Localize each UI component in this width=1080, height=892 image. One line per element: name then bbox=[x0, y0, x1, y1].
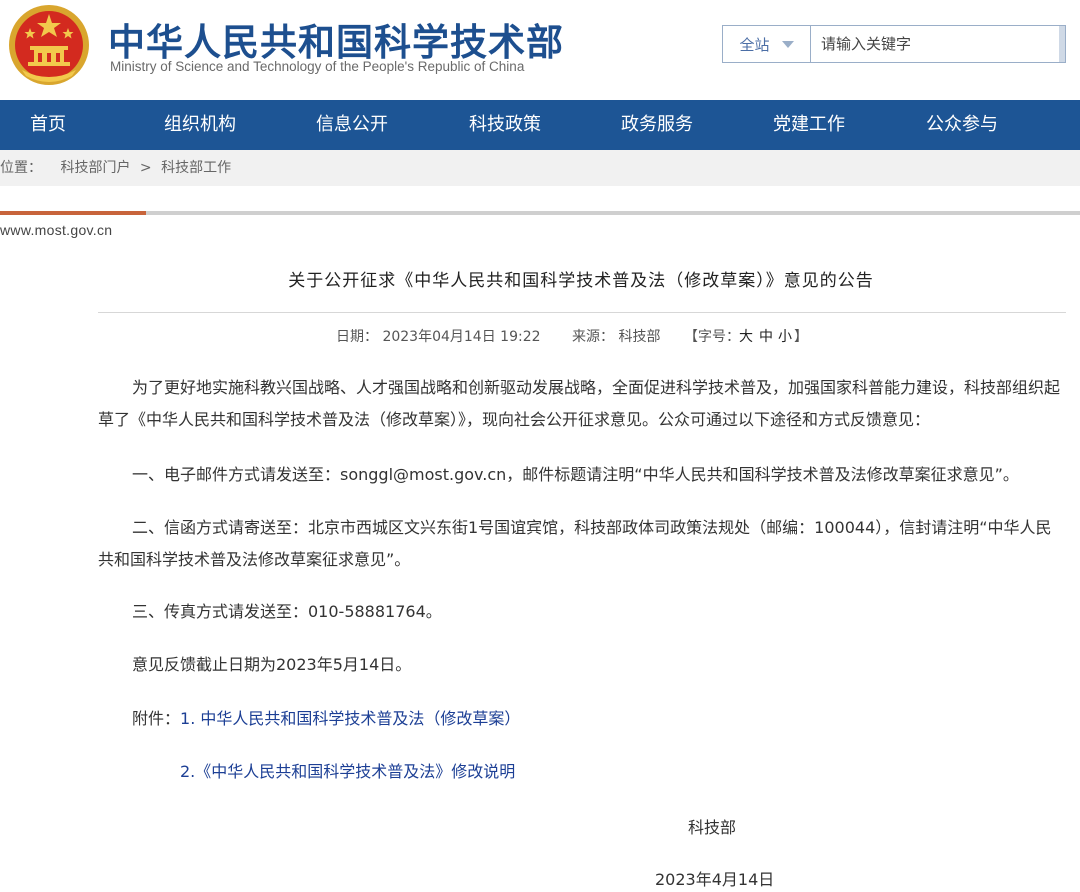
attachment-link-1[interactable]: 1. 中华人民共和国科学技术普及法（修改草案） bbox=[180, 709, 520, 728]
nav-item-home[interactable]: 首页 bbox=[30, 100, 66, 150]
font-size-label: 【字号： bbox=[684, 329, 740, 345]
font-size-end: 】 bbox=[794, 329, 808, 345]
breadcrumb: 位置： 科技部门户 > 科技部工作 bbox=[0, 150, 1080, 186]
national-emblem-icon bbox=[9, 5, 89, 85]
article-title: 关于公开征求《中华人民共和国科学技术普及法（修改草案）》意见的公告 bbox=[288, 271, 874, 291]
breadcrumb-item-work[interactable]: 科技部工作 bbox=[161, 150, 231, 186]
section-divider bbox=[0, 211, 1080, 215]
attachment-link-2[interactable]: 2.《中华人民共和国科学技术普及法》修改说明 bbox=[180, 762, 515, 781]
intro-paragraph: 为了更好地实施科教兴国战略、人才强国战略和创新驱动发展战略，全面促进科学技术普及… bbox=[98, 378, 1061, 429]
font-size-medium-button[interactable]: 中 bbox=[759, 326, 773, 346]
site-subtitle: Ministry of Science and Technology of th… bbox=[110, 59, 525, 74]
font-size-large-button[interactable]: 大 bbox=[739, 326, 753, 346]
deadline-paragraph: 意见反馈截止日期为2023年5月14日。 bbox=[132, 655, 412, 674]
mail-paragraph: 二、信函方式请寄送至：北京市西城区文兴东街1号国谊宾馆，科技部政体司政策法规处（… bbox=[98, 518, 1052, 569]
chevron-down-icon bbox=[781, 40, 794, 48]
nav-item-party[interactable]: 党建工作 bbox=[773, 100, 845, 150]
attachments: 附件：1. 中华人民共和国科学技术普及法（修改草案） bbox=[132, 703, 520, 735]
email-paragraph: 一、电子邮件方式请发送至：songgl@most.gov.cn，邮件标题请注明“… bbox=[132, 465, 1019, 484]
breadcrumb-item-portal[interactable]: 科技部门户 bbox=[60, 150, 130, 186]
nav-item-policy[interactable]: 科技政策 bbox=[469, 100, 541, 150]
main-nav: 首页 组织机构 信息公开 科技政策 政务服务 党建工作 公众参与 bbox=[0, 100, 1080, 150]
nav-item-services[interactable]: 政务服务 bbox=[621, 100, 693, 150]
attachments-label: 附件： bbox=[132, 709, 181, 728]
site-title: 中华人民共和国科学技术部 bbox=[108, 21, 564, 64]
signature-date: 2023年4月14日 bbox=[655, 870, 775, 889]
attachment-row-2: 2.《中华人民共和国科学技术普及法》修改说明 bbox=[180, 756, 515, 788]
breadcrumb-prefix: 位置： bbox=[0, 160, 42, 176]
search-box: 全站 bbox=[722, 25, 1066, 63]
article-source: 来源： 科技部 bbox=[572, 329, 661, 345]
fax-paragraph: 三、传真方式请发送至：010-58881764。 bbox=[132, 602, 442, 621]
search-scope-label: 全站 bbox=[739, 35, 770, 54]
nav-item-organization[interactable]: 组织机构 bbox=[164, 100, 236, 150]
search-scope-select[interactable]: 全站 bbox=[723, 26, 811, 62]
publish-date: 日期： 2023年04月14日 19:22 bbox=[336, 329, 541, 345]
site-header: 中华人民共和国科学技术部 Ministry of Science and Tec… bbox=[0, 0, 1080, 100]
search-input[interactable] bbox=[811, 26, 1059, 62]
font-size-small-button[interactable]: 小 bbox=[778, 326, 792, 346]
nav-item-information[interactable]: 信息公开 bbox=[316, 100, 388, 150]
title-divider bbox=[98, 312, 1066, 313]
section-divider-accent bbox=[0, 211, 146, 215]
signature: 科技部 bbox=[688, 818, 737, 837]
domain-label: www.most.gov.cn bbox=[0, 222, 113, 238]
nav-item-public[interactable]: 公众参与 bbox=[926, 100, 998, 150]
search-button[interactable] bbox=[1059, 26, 1065, 62]
breadcrumb-separator: > bbox=[139, 160, 152, 176]
